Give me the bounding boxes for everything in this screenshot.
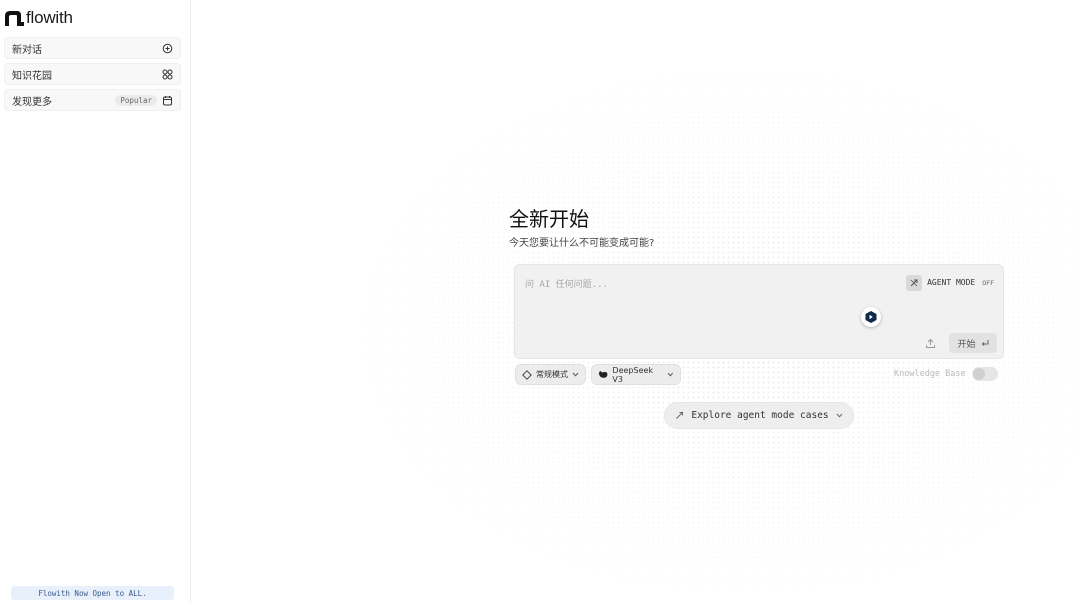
agent-mode-label: AGENT MODE xyxy=(927,278,976,287)
flowith-logo-icon xyxy=(5,10,24,26)
sidebar-item-label: 知识花园 xyxy=(12,70,52,82)
chevron-down-icon xyxy=(572,372,579,377)
start-button-label: 开始 xyxy=(957,339,976,350)
prompt-input[interactable]: 问 AI 任何问题... xyxy=(525,277,608,290)
mode-selector[interactable]: 常规模式 xyxy=(515,364,586,385)
brand-name: flowith xyxy=(26,8,73,27)
agent-mode-toggle[interactable]: AGENT MODE OFF xyxy=(906,274,994,291)
sidebar-item-discover-more[interactable]: 发现更多 Popular xyxy=(4,89,181,111)
sidebar-item-label: 新对话 xyxy=(12,44,42,56)
explore-agent-cases-button[interactable]: Explore agent mode cases xyxy=(664,402,854,429)
agent-mode-state: OFF xyxy=(982,278,994,287)
sidebar-item-knowledge-garden[interactable]: 知识花园 xyxy=(4,63,181,85)
new-chat-icon xyxy=(162,43,173,54)
diamond-icon xyxy=(522,369,532,380)
explore-label: Explore agent mode cases xyxy=(691,410,829,421)
sidebar: flowith 新对话 知识花园 发现更多 Popular Flowith No… xyxy=(0,0,191,603)
sidebar-item-new-chat[interactable]: 新对话 xyxy=(4,37,181,59)
agent-icon xyxy=(906,274,923,291)
model-selector[interactable]: DeepSeek V3 xyxy=(591,364,681,385)
knowledge-base-toggle[interactable]: Knowledge Base xyxy=(894,367,998,381)
popular-badge: Popular xyxy=(115,94,157,106)
model-label: DeepSeek V3 xyxy=(612,365,654,384)
switch-knob xyxy=(972,368,985,380)
brand-logo[interactable]: flowith xyxy=(4,8,73,28)
upload-icon xyxy=(925,338,935,348)
deepseek-whale-icon xyxy=(598,371,608,378)
start-button[interactable]: 开始 xyxy=(949,333,997,353)
open-to-all-banner[interactable]: Flowith Now Open to ALL. xyxy=(11,586,174,600)
sidebar-item-label: 发现更多 xyxy=(12,96,52,108)
calendar-icon xyxy=(162,95,173,106)
upload-button[interactable] xyxy=(919,333,941,353)
chevron-down-icon xyxy=(667,372,674,377)
mode-label: 常规模式 xyxy=(536,370,568,379)
grid-icon xyxy=(162,69,173,80)
assistant-bubble-icon[interactable] xyxy=(861,307,881,327)
page-title: 全新开始 xyxy=(509,207,589,231)
prompt-composer[interactable]: 问 AI 任何问题... AGENT MODE OFF 开始 xyxy=(514,264,1004,359)
page-subtitle: 今天您要让什么不可能变成可能? xyxy=(509,238,655,249)
knowledge-base-switch[interactable] xyxy=(971,367,998,381)
agent-icon xyxy=(676,412,684,419)
enter-icon xyxy=(981,340,988,346)
chevron-down-icon xyxy=(836,413,843,418)
knowledge-base-label: Knowledge Base xyxy=(894,369,966,379)
